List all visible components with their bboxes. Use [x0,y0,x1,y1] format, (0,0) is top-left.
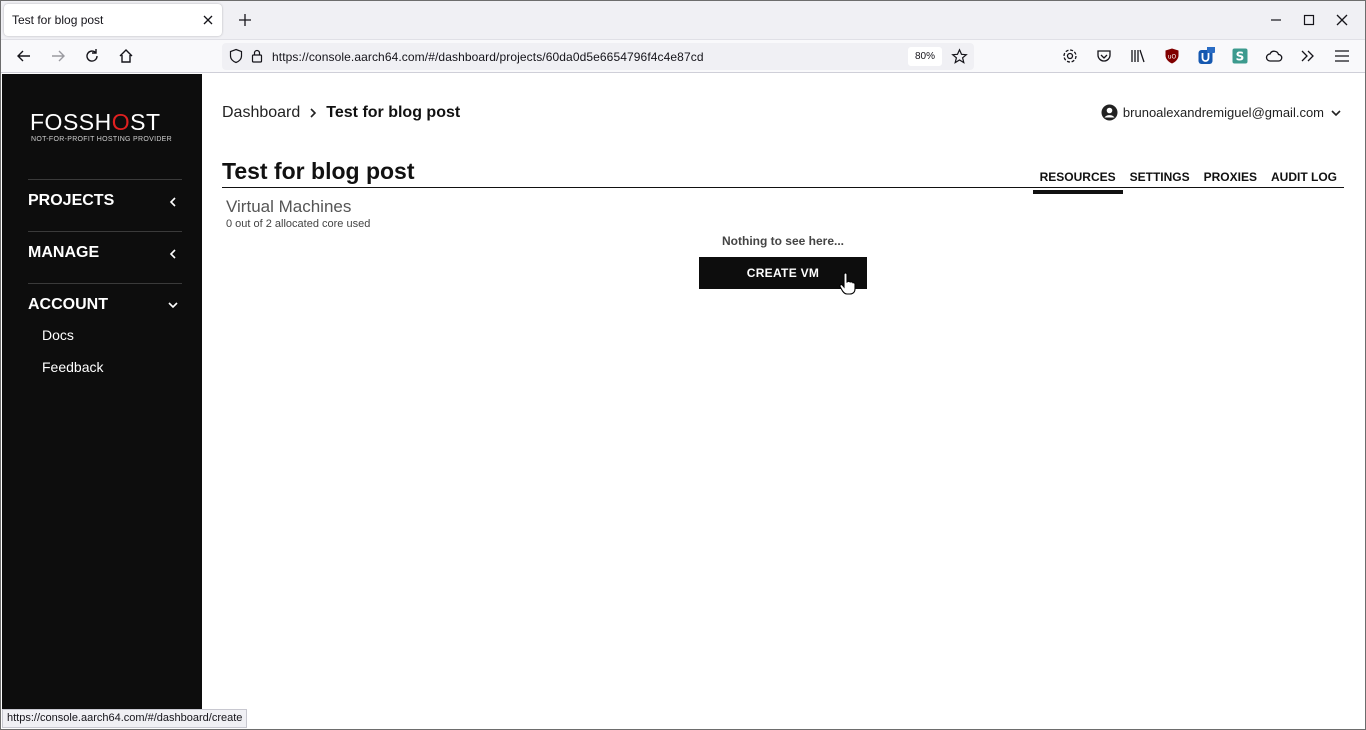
logo-text-end: ST [130,109,161,135]
sidebar: FOSSHOST NOT-FOR-PROFIT HOSTING PROVIDER… [2,74,202,728]
user-email: brunoalexandremiguel@gmail.com [1122,105,1324,120]
user-menu[interactable]: brunoalexandremiguel@gmail.com [1101,104,1342,121]
browser-nav-bar: https://console.aarch64.com/#/dashboard/… [0,40,1366,73]
sidebar-section-account[interactable]: ACCOUNT [28,296,182,314]
sidebar-divider [28,179,182,180]
chevron-down-icon [1331,109,1341,116]
logo-text: FOSSH [30,109,112,135]
extension-badge-icon[interactable] [1197,47,1215,65]
address-bar[interactable]: https://console.aarch64.com/#/dashboard/… [222,43,974,70]
hand-cursor-icon [839,272,856,295]
section-title: Virtual Machines [226,197,352,216]
page-title: Test for blog post [222,158,415,184]
sidebar-section-label: MANAGE [28,244,100,261]
minimize-icon[interactable] [1268,12,1284,28]
new-tab-icon[interactable] [236,11,254,29]
url-text: https://console.aarch64.com/#/dashboard/… [272,50,704,64]
reload-icon[interactable] [83,47,101,65]
logo-text-o: O [111,109,131,135]
lock-icon[interactable] [249,48,265,64]
sidebar-section-manage[interactable]: MANAGE [28,244,182,262]
maximize-icon[interactable] [1301,12,1317,28]
account-circle-icon [1101,104,1118,121]
core-usage-text: 0 out of 2 allocated core used [226,218,371,230]
breadcrumb-current: Test for blog post [326,104,461,121]
title-divider [222,187,1344,188]
breadcrumb: Dashboard Test for blog post [222,104,460,122]
browser-tab-title: Test for blog post [12,13,104,27]
sidebar-section-label: ACCOUNT [28,296,108,313]
close-tab-icon[interactable] [200,12,216,28]
bookmark-star-icon[interactable] [951,48,968,65]
browser-tab-bar: Test for blog post [0,0,1366,40]
shield-icon[interactable] [228,48,244,64]
menu-hamburger-icon[interactable] [1333,47,1351,65]
cloud-icon[interactable] [1265,47,1283,65]
chevron-left-icon [169,197,176,207]
ublock-icon[interactable]: uO [1163,47,1181,65]
forward-icon[interactable] [49,47,67,65]
sidebar-divider [28,283,182,284]
pocket-icon[interactable] [1095,47,1113,65]
library-icon[interactable] [1129,47,1147,65]
settings-gear-icon[interactable] [1061,47,1079,65]
chevron-right-icon [310,108,317,118]
svg-text:S: S [1236,50,1245,64]
sidebar-section-projects[interactable]: PROJECTS [28,192,182,210]
breadcrumb-dashboard-link[interactable]: Dashboard [222,104,300,122]
home-icon[interactable] [117,47,135,65]
zoom-indicator[interactable]: 80% [908,47,942,66]
overflow-chevron-icon[interactable] [1299,47,1317,65]
logo-tagline: NOT-FOR-PROFIT HOSTING PROVIDER [31,136,173,143]
sidebar-item-feedback[interactable]: Feedback [42,359,103,375]
empty-state-message: Nothing to see here... [722,234,845,248]
chevron-down-icon [168,302,178,309]
svg-text:uO: uO [1168,54,1177,61]
status-bar-url: https://console.aarch64.com/#/dashboard/… [2,709,248,728]
sidebar-section-label: PROJECTS [28,192,115,209]
stylus-icon[interactable]: S [1231,47,1249,65]
browser-tab[interactable]: Test for blog post [4,4,222,36]
fosshost-logo[interactable]: FOSSHOST [30,109,161,136]
close-window-icon[interactable] [1334,12,1350,28]
chevron-left-icon [169,249,176,259]
back-icon[interactable] [15,47,33,65]
sidebar-item-docs[interactable]: Docs [42,327,74,343]
sidebar-divider [28,231,182,232]
